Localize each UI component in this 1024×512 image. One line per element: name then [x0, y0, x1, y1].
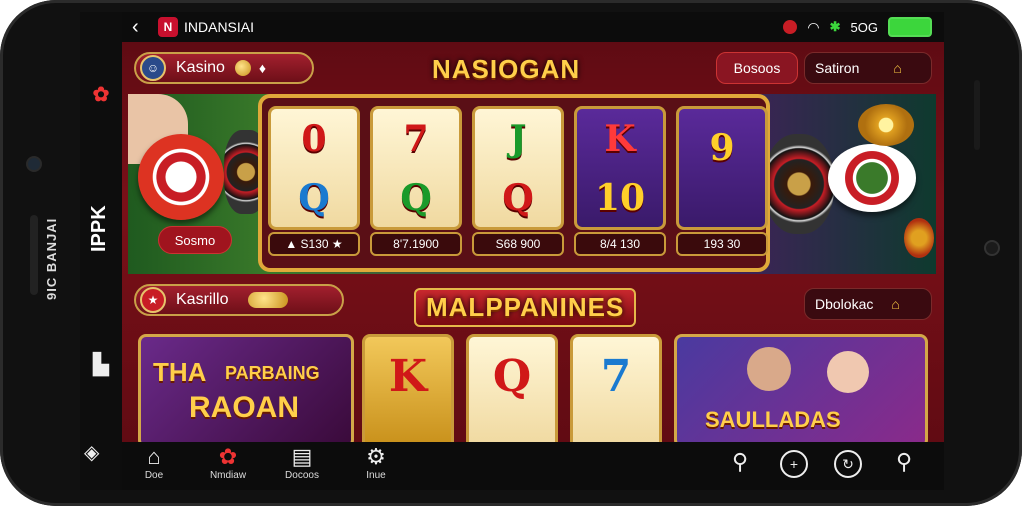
section-button[interactable]: Dbolokac ⌂ [804, 288, 932, 320]
section-button-label: Dbolokac [815, 296, 874, 312]
tile-reel: K [362, 334, 454, 450]
reel-symbol-bottom: 10 [594, 176, 646, 219]
section-profile-pill[interactable]: ★ Kasrillo [134, 284, 344, 316]
status-indicators: ◠ ✱ 5OG [783, 17, 932, 37]
tile-reel: 7 [570, 334, 662, 450]
secondary-button[interactable]: Satiron ⌂ [804, 52, 932, 84]
back-icon[interactable]: ‹ [132, 16, 139, 39]
left-bezel: 9IC BANJAI ✿ IPPK ▙ [0, 0, 122, 506]
settings-icon[interactable]: ◈ [84, 440, 99, 465]
app-screen: ‹ N INDANSIAI ◠ ✱ 5OG ☺ Kasino ♦ NASIOGA… [122, 12, 944, 490]
signal-icon: ✱ [829, 19, 841, 34]
gold-chip-image [858, 104, 914, 146]
bet-display[interactable]: ▲ S130 ★ [268, 232, 360, 256]
reel-symbol-top: 9 [709, 126, 735, 169]
reel-symbol-top: J [509, 117, 527, 160]
right-bezel [944, 0, 1022, 506]
bottom-nav: ⌂ Doe ✿ Nmdiaw ▤ Docoos ⚙ Inue ⚲ + ↻ ⚲ [122, 442, 944, 490]
rear-sensor [986, 242, 998, 254]
reel: JQ [472, 106, 564, 230]
search-icon[interactable]: ⚲ [726, 450, 754, 478]
tile-left-line2: PARBAING [225, 363, 320, 383]
phone-frame: 9IC BANJAI ✿ IPPK ▙ ‹ N INDANSIAI ◠ ✱ 5O… [0, 0, 1022, 506]
reel-symbol-bottom: Q [502, 176, 534, 219]
chips-icon: ♦ [258, 60, 267, 76]
left-sidebar: ✿ IPPK ▙ [80, 12, 122, 490]
record-icon [783, 20, 798, 34]
reel: 9 [676, 106, 768, 230]
secondary-button-label: Satiron [815, 60, 860, 76]
home-icon: ⌂ [893, 60, 902, 76]
bet-display[interactable]: 193 30 [676, 232, 768, 256]
zoom-icon[interactable]: ⚲ [890, 450, 918, 478]
character-man-image [747, 347, 791, 391]
star-icon: ★ [140, 287, 166, 313]
bet-display[interactable]: S68 900 [472, 232, 564, 256]
status-bar: ‹ N INDANSIAI ◠ ✱ 5OG [122, 12, 944, 42]
avatar: ☺ [140, 55, 166, 81]
page-title: NASIOGAN [432, 54, 581, 84]
home-icon: ⌂ [147, 444, 161, 469]
tile-right-title: SAULLADAS [705, 407, 841, 432]
profile-pill[interactable]: ☺ Kasino ♦ [134, 52, 314, 84]
bet-display[interactable]: 8/4 130 [574, 232, 666, 256]
gift-icon: ▤ [291, 444, 313, 469]
tile-left-line3: RAOAN [189, 391, 299, 424]
nav-item-label: Nmdiaw [209, 470, 247, 481]
coin-icon [234, 60, 251, 76]
reel-symbol-top: 7 [403, 117, 429, 160]
speaker-slot [30, 215, 38, 295]
reel: 0Q [268, 106, 360, 230]
primary-button[interactable]: Bosoos [716, 52, 798, 84]
gold-bar-icon [248, 292, 289, 308]
reel-symbol-bottom: Q [400, 176, 432, 219]
section-home-icon: ⌂ [891, 296, 900, 312]
character-woman-image [827, 351, 869, 393]
reel: K 10 [574, 106, 666, 230]
plus-icon[interactable]: + [780, 450, 808, 478]
nav-item[interactable]: ⚙ Inue [346, 444, 406, 481]
sidebar-vertical-label: IPPK [88, 205, 110, 252]
roulette-right-image [764, 134, 834, 234]
poker-chip-image [828, 144, 916, 212]
section-title: MALPPANINES [414, 288, 637, 327]
clock: 5OG [850, 19, 878, 35]
reel-symbol-top: 0 [301, 117, 327, 160]
tile-left-line1: THA [153, 357, 207, 387]
bet-display[interactable]: 8'7.1900 [370, 232, 462, 256]
nav-item[interactable]: ✿ Nmdiaw [198, 444, 258, 481]
controller-icon: ✿ [218, 444, 238, 469]
section-profile-label: Kasrillo [176, 291, 229, 308]
casino-icon[interactable]: ✿ [88, 82, 114, 107]
chip-stack-image [138, 134, 224, 220]
bezel-label: 9IC BANJAI [44, 217, 59, 300]
slot-machine: 0 Q ▲ S130 ★ 7 Q 8'7.1900 J Q S68 900 K 10 8/4 130 9… [258, 94, 770, 272]
front-camera [28, 158, 40, 170]
tile-reel: Q [466, 334, 558, 450]
nav-item[interactable]: ⌂ Doe [124, 444, 184, 481]
side-button [974, 80, 980, 150]
reel-symbol-bottom: Q [298, 176, 330, 219]
game-tile-right[interactable]: SAULLADAS [674, 334, 928, 448]
reel: 7Q [370, 106, 462, 230]
nav-item[interactable]: ▤ Docoos [272, 444, 332, 481]
gear-icon: ⚙ [366, 444, 386, 469]
chip-button[interactable]: Sosmo [158, 226, 232, 254]
battery-icon [888, 17, 932, 37]
wifi-icon: ◠ [807, 18, 820, 35]
refresh-icon[interactable]: ↻ [834, 450, 862, 478]
bag-icon[interactable]: ▙ [88, 352, 114, 377]
profile-label: Kasino [176, 59, 225, 76]
nav-item-label: Doe [144, 470, 164, 481]
reel-symbol-top: K [604, 117, 636, 160]
nav-item-label: Docoos [285, 470, 319, 481]
nav-item-label: Inue [366, 470, 386, 481]
red-chip-image [904, 218, 934, 258]
app-logo-icon: N [158, 17, 178, 37]
game-tile-left[interactable]: THA PARBAING RAOAN [138, 334, 354, 448]
app-title: INDANSIAI [184, 19, 255, 35]
